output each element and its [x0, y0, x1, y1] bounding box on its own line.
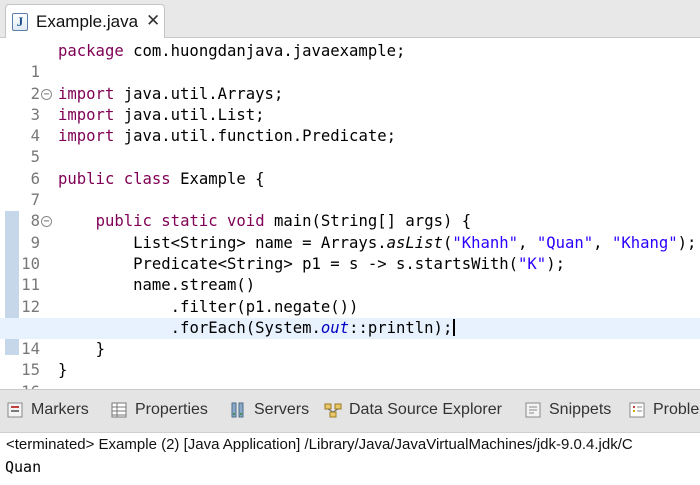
code-line: 12 name.stream(): [0, 275, 700, 315]
line-code: Predicate<String> p1 = s -> s.startsWith…: [133, 254, 565, 273]
line-code: }: [95, 340, 105, 359]
servers-icon: [231, 402, 244, 418]
code-line: 11 Predicate<String> p1 = s -> s.startsW…: [0, 254, 700, 294]
java-file-icon: J: [12, 13, 28, 31]
code-line: 5 import java.util.function.Predicate;: [0, 126, 700, 166]
collapse-icon[interactable]: −: [41, 88, 52, 100]
tab-label: Example.java: [36, 12, 139, 31]
line-code: public static void main(String[] args) {: [95, 212, 472, 231]
tab-example-java[interactable]: J Example.java ✕: [5, 4, 165, 39]
code-line: 10 List<String> name = Arrays.asList("Kh…: [0, 233, 700, 273]
code-line: 9 − public static void main(String[] arg…: [0, 211, 700, 251]
code-line: 8: [0, 190, 700, 230]
code-line: 7 public class Example {: [0, 169, 700, 209]
current-code-line: 14 .forEach(System.out::println);: [0, 317, 700, 358]
line-code: List<String> name = Arrays.asList("Khanh…: [133, 233, 697, 252]
line-code: .forEach(System.out::println);: [58, 318, 456, 339]
bottom-panel-tabs: Markers Properties Servers Data Source E…: [0, 389, 700, 433]
code-line: 16 }: [0, 360, 700, 400]
line-code: package com.huongdanjava.javaexample;: [58, 42, 406, 60]
line-code: import java.util.List;: [58, 105, 265, 124]
text-caret: [453, 318, 456, 336]
markers-icon: [7, 402, 23, 418]
line-code: }: [58, 361, 68, 380]
code-line: 13 .filter(p1.negate()): [0, 297, 700, 337]
code-line: 3 − import java.util.Arrays;: [0, 84, 700, 124]
code-editor[interactable]: 1 package com.huongdanjava.javaexample; …: [0, 38, 700, 401]
editor-tab-bar: J Example.java ✕: [0, 0, 700, 39]
code-line: 4 import java.util.List;: [0, 105, 700, 145]
code-line: 2: [0, 62, 700, 103]
console-header: <terminated> Example (2) [Java Applicati…: [6, 436, 633, 453]
code-line: 6: [0, 147, 700, 188]
data-source-explorer-icon: [324, 403, 342, 418]
problems-icon: [629, 402, 645, 418]
collapse-icon[interactable]: −: [41, 216, 52, 228]
close-icon[interactable]: ✕: [146, 11, 160, 31]
console-view[interactable]: <terminated> Example (2) [Java Applicati…: [0, 433, 700, 485]
console-output: Quan: [5, 458, 42, 476]
line-code: import java.util.function.Predicate;: [58, 127, 396, 146]
line-code: import java.util.Arrays;: [58, 84, 284, 103]
line-code: public class Example {: [58, 169, 265, 188]
line-code: name.stream(): [133, 276, 256, 295]
line-code: .filter(p1.negate()): [170, 297, 359, 316]
code-line: 1 package com.huongdanjava.javaexample;: [0, 41, 700, 81]
properties-icon: [111, 402, 127, 418]
code-line: 15 }: [0, 339, 700, 379]
snippets-icon: [525, 402, 541, 418]
